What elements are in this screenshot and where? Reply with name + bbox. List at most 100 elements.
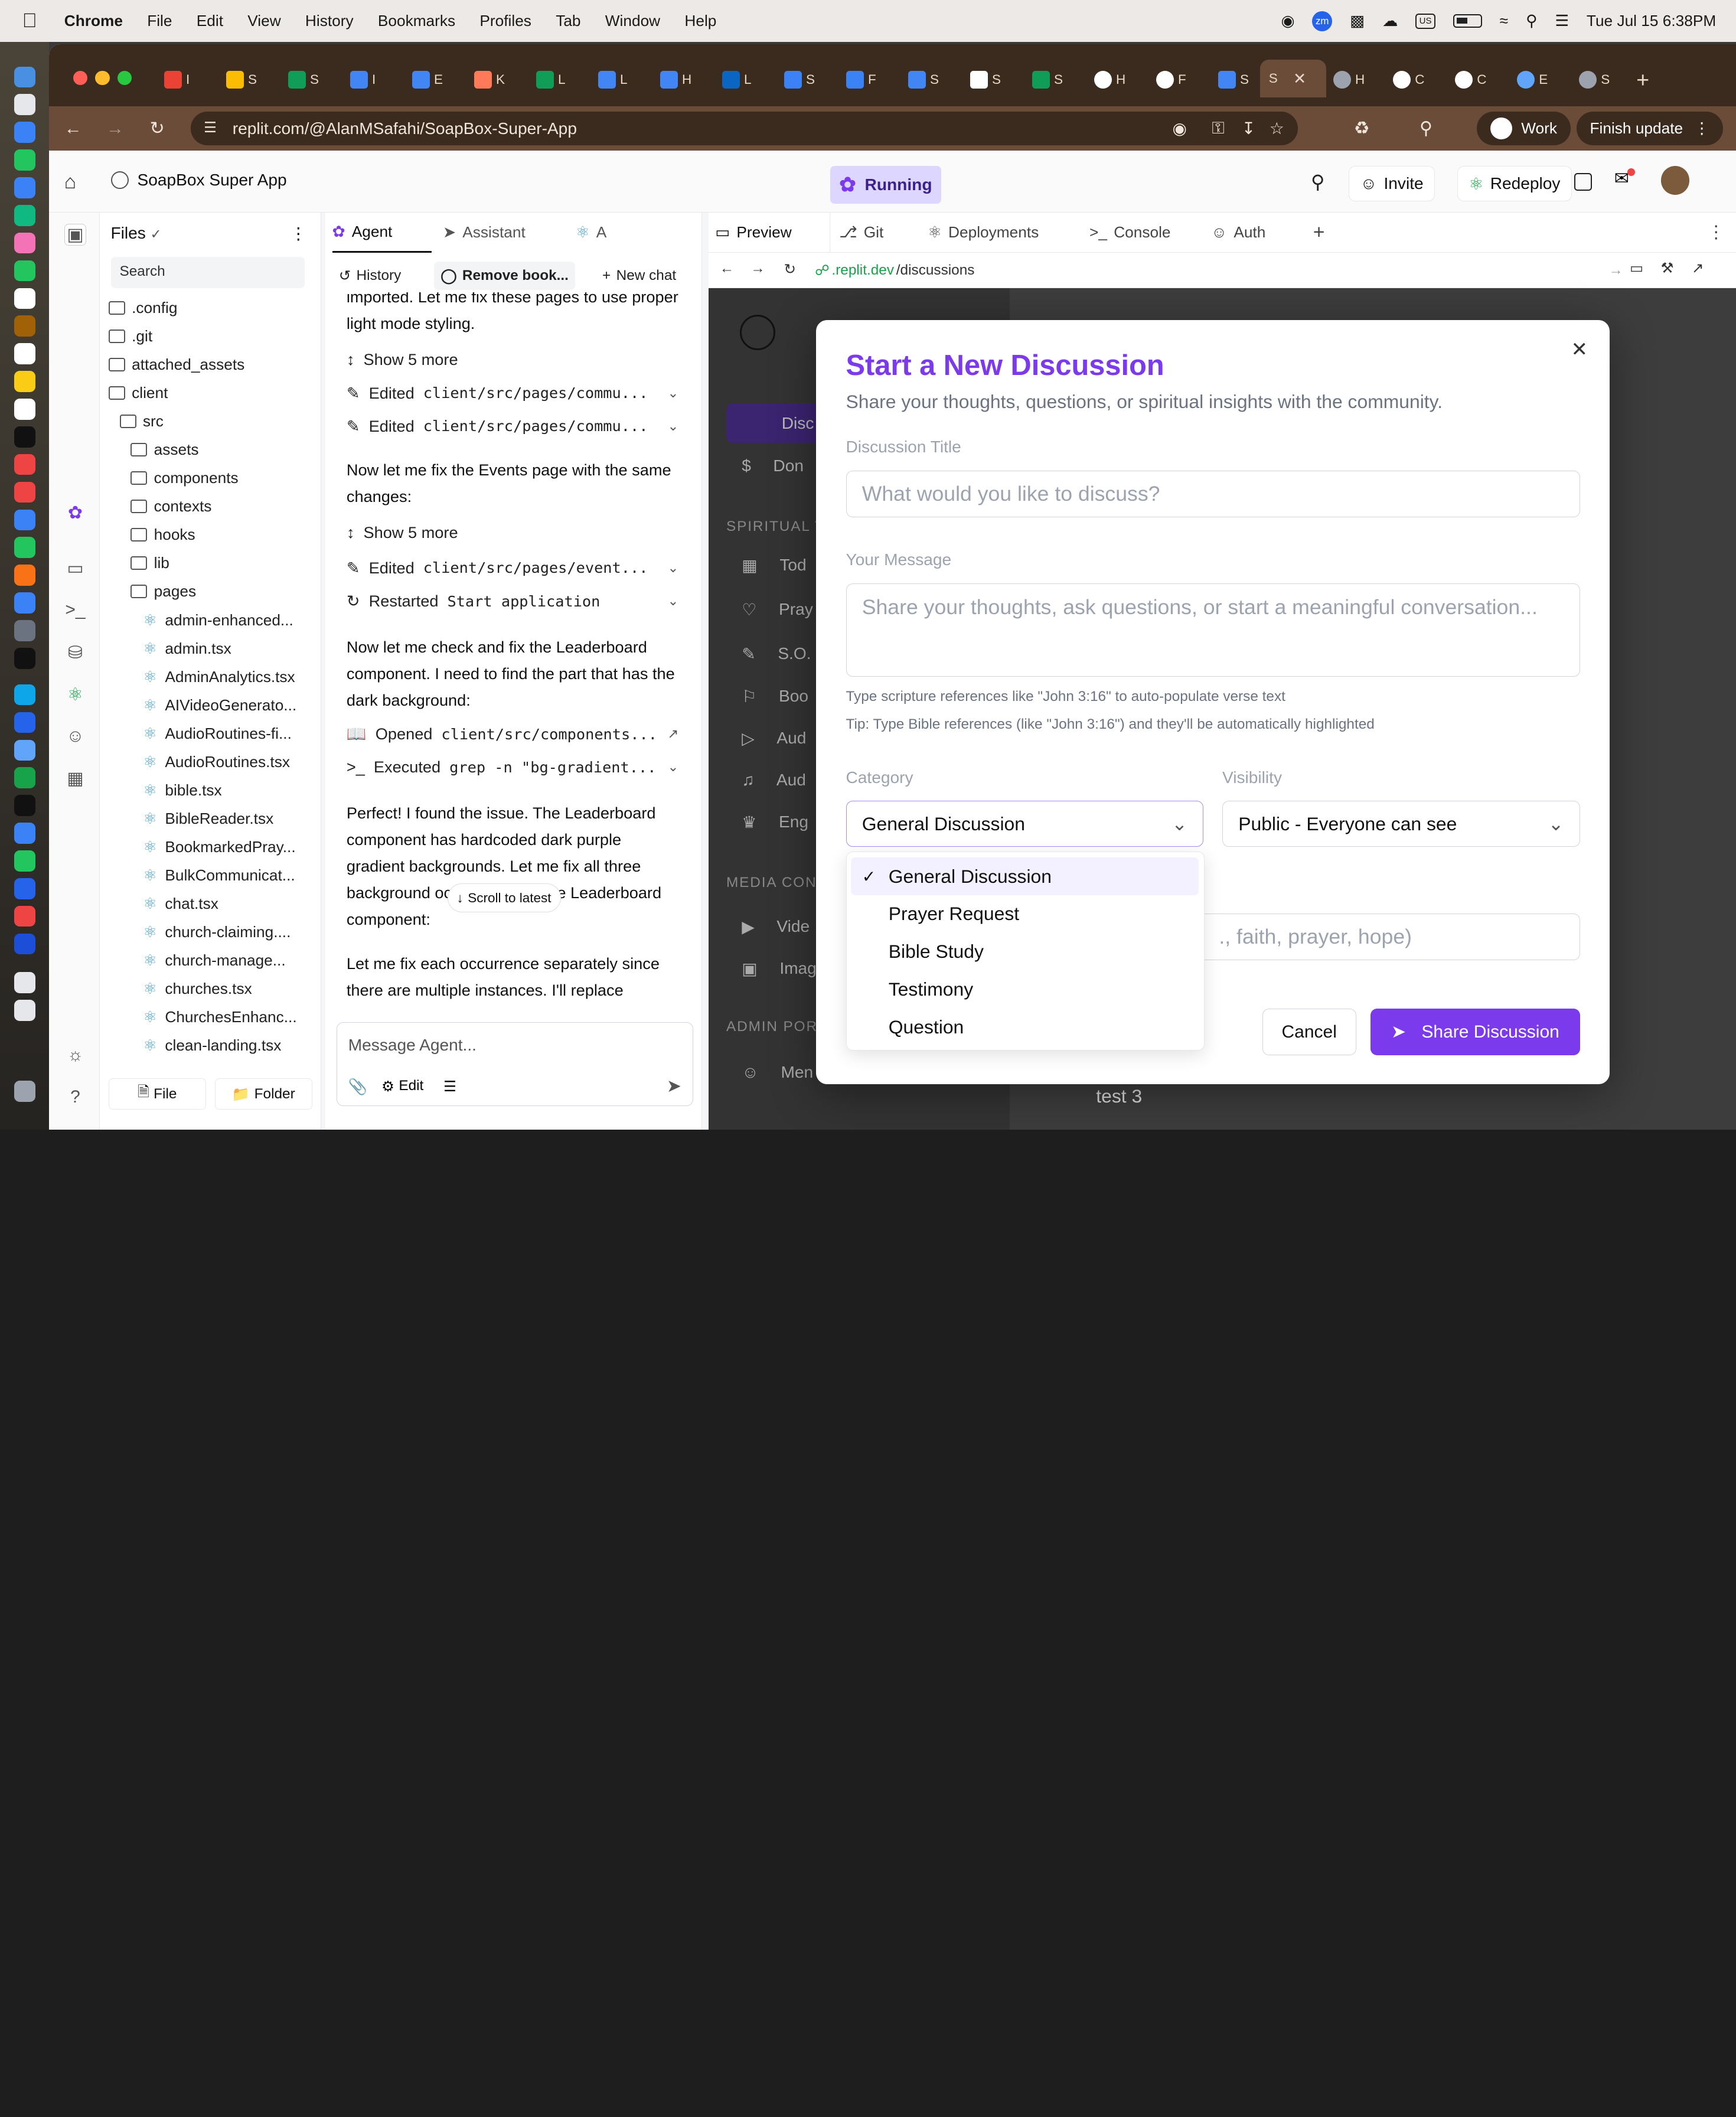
new-file-button[interactable]: 🗎File: [109, 1078, 206, 1110]
nav-donate[interactable]: $Don: [742, 456, 804, 475]
file-item[interactable]: ⚛admin.tsx: [142, 637, 308, 660]
option-prayer-request[interactable]: Prayer Request: [851, 895, 1199, 933]
preview-forward-icon[interactable]: →: [750, 260, 765, 277]
nav-prayer[interactable]: ♡Pray: [742, 600, 813, 619]
menu-bookmarks[interactable]: Bookmarks: [378, 12, 455, 30]
news-app-icon[interactable]: [14, 482, 35, 503]
tab-third[interactable]: ⚛A: [576, 213, 606, 253]
nav-bookmarks[interactable]: ⚐Boo: [742, 687, 808, 706]
tab-docs-6[interactable]: S: [1218, 64, 1249, 96]
file-item[interactable]: ⚛chat.tsx: [142, 892, 308, 915]
option-testimony[interactable]: Testimony: [851, 971, 1199, 1009]
close-icon[interactable]: ✕: [1571, 338, 1587, 361]
close-tab-icon[interactable]: ✕: [1293, 70, 1306, 88]
install-app-icon[interactable]: ↧: [1242, 119, 1256, 138]
maximize-window-button[interactable]: [118, 71, 132, 85]
action-opened[interactable]: 📖Openedclient/src/components...↗: [347, 722, 679, 746]
option-question[interactable]: Question: [851, 1008, 1199, 1046]
share-discussion-button[interactable]: ➤Share Discussion: [1370, 1009, 1580, 1055]
apple-icon[interactable]: : [22, 9, 43, 32]
show-more-toggle[interactable]: ↕Show 5 more: [347, 348, 679, 372]
forward-icon[interactable]: →: [104, 118, 126, 140]
preview-url-input[interactable]: ☍.replit.dev/discussions→: [815, 257, 1623, 283]
visibility-select[interactable]: Public - Everyone can see⌄: [1222, 801, 1580, 847]
clock[interactable]: Tue Jul 15 6:38PM: [1587, 12, 1716, 30]
tab-docs-3[interactable]: L: [598, 64, 628, 96]
zoom-icon[interactable]: zm: [1312, 11, 1332, 31]
menu-tab[interactable]: Tab: [556, 12, 580, 30]
folder-item[interactable]: client: [109, 382, 168, 405]
nav-today[interactable]: ▦Tod: [742, 556, 806, 575]
back-icon[interactable]: ←: [62, 118, 84, 140]
tab-site-4[interactable]: H: [1333, 64, 1365, 96]
deployments-tool-icon[interactable]: ⚛: [64, 684, 87, 707]
attach-icon[interactable]: 📎: [348, 1078, 368, 1096]
action-executed[interactable]: >_Executedgrep -n "bg-gradient...⌄: [347, 755, 679, 779]
folder-item[interactable]: .git: [109, 325, 152, 348]
pages-app-icon[interactable]: [14, 565, 35, 586]
mail-app-icon[interactable]: [14, 177, 35, 198]
file-item[interactable]: ⚛clean-landing.tsx: [142, 1034, 308, 1056]
tab-site-2[interactable]: F: [846, 64, 876, 96]
tab-docs-4[interactable]: H: [660, 64, 692, 96]
close-window-button[interactable]: [73, 71, 87, 85]
action-edited[interactable]: ✎Editedclient/src/pages/commu...⌄: [347, 381, 679, 405]
battery-icon[interactable]: [1453, 14, 1482, 28]
keynote-app-icon[interactable]: [14, 510, 35, 531]
signal-app-icon[interactable]: [14, 823, 35, 844]
menu-file[interactable]: File: [147, 12, 172, 30]
menu-view[interactable]: View: [247, 12, 280, 30]
nav-discussions[interactable]: Disc: [726, 403, 826, 443]
file-item[interactable]: ⚛admin-enhanced...: [142, 609, 308, 631]
auth-tool-icon[interactable]: ☺: [64, 726, 87, 749]
database-tool-icon[interactable]: ⛁: [64, 642, 87, 665]
message-input[interactable]: Message Agent... 📎 ⚙Edit ☰ ➤: [337, 1022, 693, 1107]
messages-app-icon[interactable]: [14, 149, 35, 171]
layout-toggle-icon[interactable]: [1574, 173, 1592, 191]
facetime-app-icon[interactable]: [14, 260, 35, 282]
excel-app-icon[interactable]: [14, 767, 35, 788]
wifi-icon[interactable]: ≈: [1500, 12, 1508, 30]
maps-app-icon[interactable]: [14, 205, 35, 226]
tab-assistant[interactable]: ➤Assistant: [443, 213, 526, 253]
reminders-app-icon[interactable]: [14, 343, 35, 364]
theme-icon[interactable]: ☼: [64, 1045, 87, 1068]
1password-app-icon[interactable]: [14, 934, 35, 955]
edit-mode-button[interactable]: ⚙Edit: [381, 1078, 423, 1095]
settings-app-icon[interactable]: [14, 620, 35, 641]
user-avatar[interactable]: [1661, 166, 1690, 195]
safari-app-icon[interactable]: [14, 122, 35, 143]
file-item[interactable]: ⚛AdminAnalytics.tsx: [142, 666, 308, 688]
terminal-app-icon[interactable]: [14, 795, 35, 816]
calendar-app-icon[interactable]: [14, 288, 35, 309]
iphone-mirroring-app-icon[interactable]: [14, 648, 35, 669]
nav-video[interactable]: ▶Vide: [742, 917, 810, 937]
app-store-app-icon[interactable]: [14, 592, 35, 614]
new-chat-button[interactable]: +New chat: [602, 262, 676, 291]
folder-item[interactable]: hooks: [130, 524, 195, 546]
folder-item[interactable]: contexts: [130, 495, 211, 518]
tab-deployments[interactable]: ⚛Deployments: [928, 213, 1039, 253]
send-icon[interactable]: ➤: [667, 1076, 681, 1097]
file-item[interactable]: ⚛ChurchesEnhanc...: [142, 1006, 308, 1028]
location-icon[interactable]: ◉: [1172, 119, 1187, 138]
tab-git[interactable]: ⎇Git: [839, 213, 883, 253]
scroll-to-latest-button[interactable]: ↓Scroll to latest: [448, 883, 561, 912]
profile-button[interactable]: Work: [1477, 112, 1570, 145]
file-item[interactable]: ⚛AudioRoutines-fi...: [142, 722, 308, 745]
launchpad-app-icon[interactable]: [14, 94, 35, 115]
tab-site-5[interactable]: E: [1517, 64, 1548, 96]
project-name[interactable]: SoapBox Super App: [111, 171, 287, 190]
battery-menu-icon[interactable]: ▩: [1350, 12, 1365, 30]
accessibility-icon[interactable]: ◉: [1281, 12, 1294, 30]
tab-replit-active[interactable]: S✕: [1260, 60, 1327, 97]
preview-tool-icon[interactable]: ▭: [64, 558, 87, 580]
preview-back-icon[interactable]: ←: [720, 260, 734, 277]
spotlight-search-icon[interactable]: ⚲: [1526, 12, 1537, 30]
menu-edit[interactable]: Edit: [197, 12, 223, 30]
tab-github-2[interactable]: C: [1393, 64, 1425, 96]
tab-site-1[interactable]: S: [784, 64, 815, 96]
nav-images[interactable]: ▣Imag: [742, 959, 817, 978]
file-item[interactable]: ⚛BibleReader.tsx: [142, 807, 308, 830]
folder-item[interactable]: src: [120, 410, 164, 433]
